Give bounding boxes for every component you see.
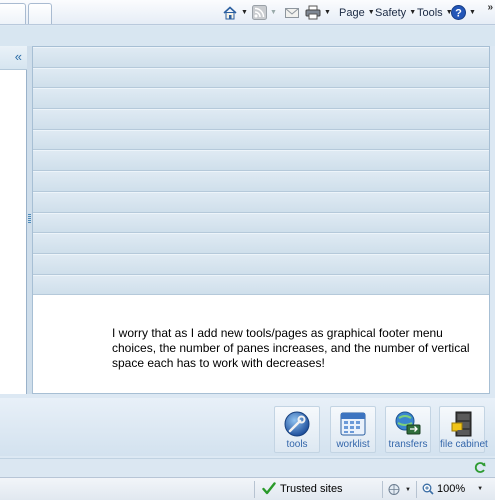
protected-mode-chevron-icon: ▼	[405, 486, 411, 493]
pane-header-row[interactable]	[33, 67, 489, 89]
zoom-magnifier-icon	[422, 483, 434, 495]
toolbar-overflow-chevron-icon[interactable]: »	[487, 2, 492, 13]
browser-status-bar: Trusted sites ▼ 100% ▼	[0, 477, 495, 500]
footer-tools-label: tools	[286, 439, 308, 450]
calendar-icon	[340, 412, 366, 436]
pane-header-row[interactable]	[33, 129, 489, 151]
pane-header-row[interactable]	[33, 233, 489, 254]
file-cabinet-icon	[451, 411, 472, 437]
footer-file-cabinet-label: file cabinet	[440, 439, 488, 450]
header-band	[0, 26, 495, 46]
footer-transfers-button[interactable]: transfers	[385, 406, 431, 453]
page-menu-label: Page	[339, 6, 365, 19]
footer-worklist-label: worklist	[336, 439, 370, 450]
home-icon	[223, 5, 237, 19]
right-pane: I worry that as I add new tools/pages as…	[32, 46, 490, 394]
globe-lock-icon	[388, 484, 400, 495]
zoom-dropdown-chevron-icon[interactable]: ▼	[477, 486, 483, 492]
new-tab-button[interactable]	[28, 3, 52, 24]
note-text: I worry that as I add new tools/pages as…	[112, 326, 470, 370]
zoom-level-label: 100%	[437, 483, 466, 495]
pane-header-row[interactable]	[33, 191, 489, 213]
pane-rows	[33, 47, 489, 296]
pane-header-row[interactable]	[33, 212, 489, 234]
pane-header-row[interactable]	[33, 47, 489, 68]
mail-button[interactable]	[285, 4, 299, 21]
safety-menu[interactable]: Safety ▼	[375, 4, 416, 21]
mail-icon	[285, 7, 299, 18]
protected-mode-indicator[interactable]: ▼	[388, 483, 411, 496]
left-pane-header: «	[0, 46, 27, 70]
page-status-strip	[0, 458, 495, 476]
footer-file-cabinet-button[interactable]: file cabinet	[439, 406, 488, 453]
collapse-pane-button[interactable]: «	[15, 49, 22, 64]
zoom-control[interactable]: 100% ▼	[422, 483, 483, 495]
safety-menu-label: Safety	[375, 6, 407, 19]
svg-text:?: ?	[455, 8, 462, 20]
transfers-icon	[395, 411, 421, 435]
pane-header-row[interactable]	[33, 150, 489, 172]
footer-tools-button[interactable]: tools	[274, 406, 320, 453]
left-pane: «	[0, 46, 27, 394]
rss-feed-icon	[252, 5, 267, 20]
page-menu[interactable]: Page ▼	[339, 4, 375, 21]
ie-command-bar: ▼ ▼ ▼ Page ▼ Safety ▼ Tools ▼ ? ▼ »	[0, 0, 495, 25]
print-button[interactable]: ▼	[305, 4, 331, 21]
security-zone[interactable]: Trusted sites	[262, 482, 343, 495]
status-divider	[254, 481, 255, 498]
footer-worklist-button[interactable]: worklist	[330, 406, 376, 453]
pane-header-row[interactable]	[33, 109, 489, 130]
help-button[interactable]: ? ▼	[451, 4, 476, 21]
status-divider	[382, 481, 383, 498]
page-dropdown-chevron-icon: ▼	[367, 9, 375, 16]
status-divider	[416, 481, 417, 498]
feeds-button[interactable]: ▼	[252, 4, 277, 21]
checkmark-icon	[262, 482, 276, 495]
refresh-icon[interactable]	[474, 461, 487, 474]
footer-menu: tools worklist transfers file cabinet	[0, 398, 495, 456]
print-dropdown-chevron-icon[interactable]: ▼	[324, 9, 331, 16]
pane-header-row[interactable]	[33, 88, 489, 110]
help-icon: ?	[451, 5, 466, 20]
tools-menu[interactable]: Tools ▼	[417, 4, 453, 21]
tools-globe-icon	[284, 411, 310, 437]
feeds-dropdown-chevron-icon[interactable]: ▼	[270, 9, 277, 16]
safety-dropdown-chevron-icon: ▼	[409, 9, 417, 16]
tools-menu-label: Tools	[417, 6, 443, 19]
browser-tab[interactable]	[0, 3, 26, 24]
printer-icon	[305, 5, 321, 20]
pane-header-row[interactable]	[33, 253, 489, 275]
home-button[interactable]: ▼	[222, 4, 248, 21]
pane-header-row[interactable]	[33, 171, 489, 192]
security-zone-label: Trusted sites	[280, 482, 343, 495]
pane-header-row[interactable]	[33, 274, 489, 296]
home-dropdown-chevron-icon[interactable]: ▼	[241, 9, 248, 16]
footer-transfers-label: transfers	[388, 439, 428, 450]
splitter-grip-icon[interactable]	[28, 214, 31, 224]
help-dropdown-chevron-icon: ▼	[469, 9, 476, 16]
